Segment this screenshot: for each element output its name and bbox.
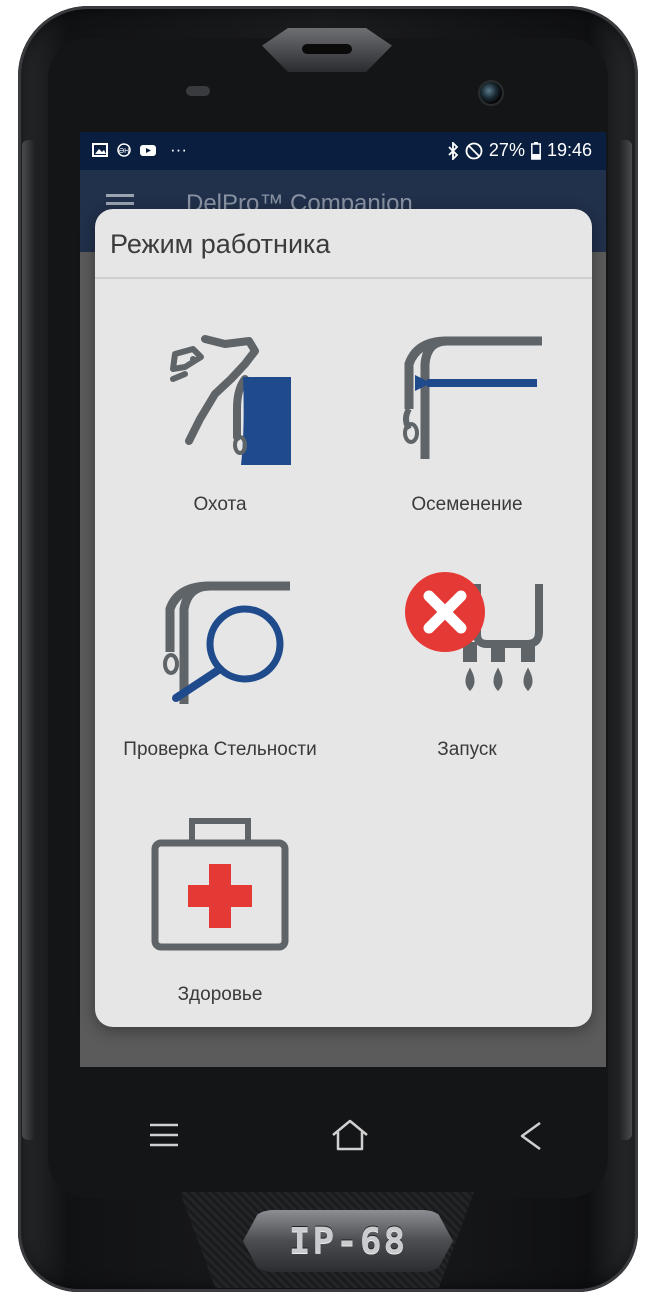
eh-icon: ӘH: [117, 143, 131, 157]
battery-percent: 27%: [488, 140, 525, 160]
tile-label: Здоровье: [177, 984, 263, 1005]
home-key-icon[interactable]: [330, 1118, 370, 1152]
insemination-icon: [403, 336, 542, 459]
side-rail-right: [618, 140, 632, 1140]
tile-insemination[interactable]: Осеменение: [347, 309, 587, 539]
more-dots-icon: ···: [170, 140, 187, 159]
pregnancy-check-icon: [163, 581, 290, 704]
dnd-icon: [465, 142, 483, 159]
status-right: 27% 19:46: [447, 140, 592, 161]
battery-icon: [531, 141, 541, 160]
status-bar: ӘH ··· 27% 19:46: [80, 132, 606, 170]
svg-text:ӘH: ӘH: [119, 148, 129, 155]
side-rail-left: [22, 140, 36, 1140]
clock: 19:46: [546, 140, 592, 160]
dialog-title: Режим работника: [110, 229, 331, 259]
tile-label: Проверка Стельности: [123, 739, 317, 760]
ip-badge: IP-68: [243, 1210, 453, 1272]
first-aid-kit-icon: [151, 818, 289, 951]
dry-off-icon: [405, 572, 543, 692]
tile-label: Запуск: [437, 739, 497, 760]
front-camera-icon: [478, 80, 504, 106]
youtube-icon: [140, 145, 156, 156]
tile-dry-off[interactable]: Запуск: [347, 554, 587, 784]
proximity-sensor: [186, 86, 210, 96]
tile-heat[interactable]: Охота: [100, 309, 340, 539]
tile-label: Осеменение: [411, 494, 523, 515]
back-key-icon[interactable]: [518, 1120, 544, 1152]
tile-label: Охота: [193, 494, 247, 515]
earpiece-speaker: [302, 44, 352, 54]
device-frame: ӘH ··· 27% 19:46 DelPro™ Companion Режим…: [0, 0, 654, 1297]
tile-health[interactable]: Здоровье: [100, 799, 340, 1029]
cow-heat-icon: [170, 335, 291, 465]
image-icon: [92, 143, 108, 157]
worker-mode-dialog: Режим работника Охота Осеменение Проверк…: [95, 209, 592, 1027]
dialog-divider: [95, 277, 592, 279]
tile-pregnancy-check[interactable]: Проверка Стельности: [100, 554, 340, 784]
bluetooth-icon: [448, 141, 459, 160]
ip-rating-text: IP-68: [288, 1220, 408, 1262]
status-left: ӘH ···: [92, 140, 187, 160]
menu-key-icon[interactable]: [148, 1122, 180, 1148]
